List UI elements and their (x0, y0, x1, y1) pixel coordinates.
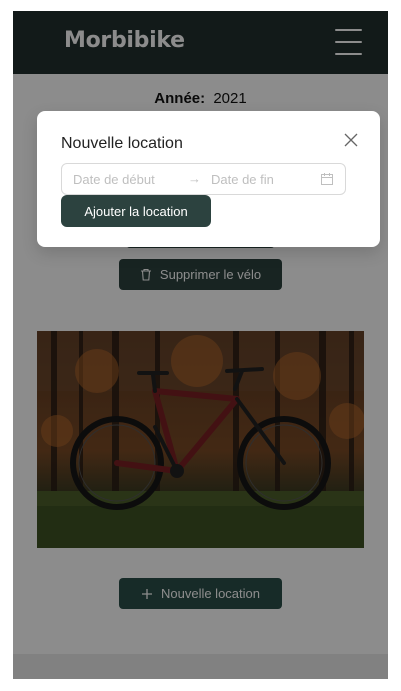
close-icon[interactable] (342, 131, 360, 149)
date-range-picker[interactable]: Date de début → Date de fin (61, 163, 346, 195)
start-date-input[interactable]: Date de début (73, 172, 155, 187)
new-rental-modal: Nouvelle location Date de début → Date d… (37, 111, 380, 247)
end-date-input[interactable]: Date de fin (211, 172, 274, 187)
calendar-icon (321, 173, 333, 185)
app-frame: Morbibike Année: 2021 Supprimer le vélo (13, 11, 388, 679)
modal-title: Nouvelle location (61, 135, 183, 152)
add-rental-button[interactable]: Ajouter la location (61, 195, 211, 227)
arrow-right-icon: → (188, 171, 201, 186)
